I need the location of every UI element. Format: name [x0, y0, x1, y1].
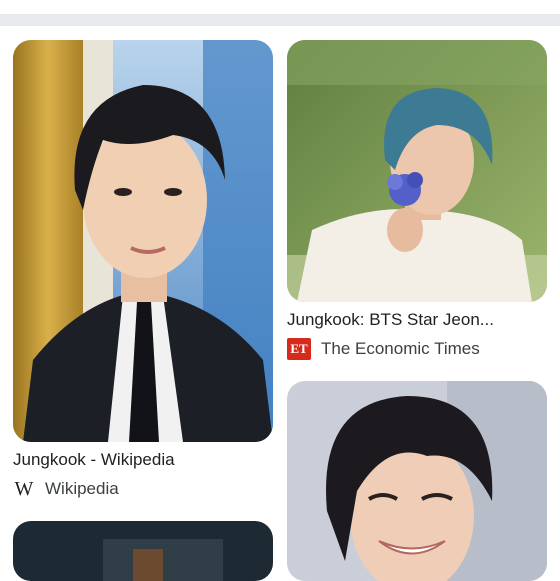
top-divider-bar — [0, 14, 560, 26]
result-image-jungkook-economic-times[interactable] — [287, 40, 547, 302]
portrait-photo — [287, 40, 547, 302]
portrait-photo — [287, 381, 547, 581]
result-title[interactable]: Jungkook: BTS Star Jeon... — [287, 310, 547, 330]
result-image-4[interactable] — [13, 521, 273, 581]
wikipedia-w-icon: W — [14, 477, 34, 500]
result-source-label: Wikipedia — [45, 479, 119, 498]
result-image-3[interactable] — [287, 381, 547, 581]
result-title[interactable]: Jungkook - Wikipedia — [13, 450, 175, 470]
result-source-label: The Economic Times — [321, 339, 480, 358]
result-image-jungkook-wikipedia[interactable] — [13, 40, 273, 442]
result-source[interactable]: W Wikipedia — [13, 477, 119, 500]
economic-times-icon: ET — [287, 338, 311, 360]
result-source[interactable]: ET The Economic Times — [287, 338, 480, 360]
portrait-photo — [13, 40, 273, 442]
photo — [13, 521, 273, 581]
